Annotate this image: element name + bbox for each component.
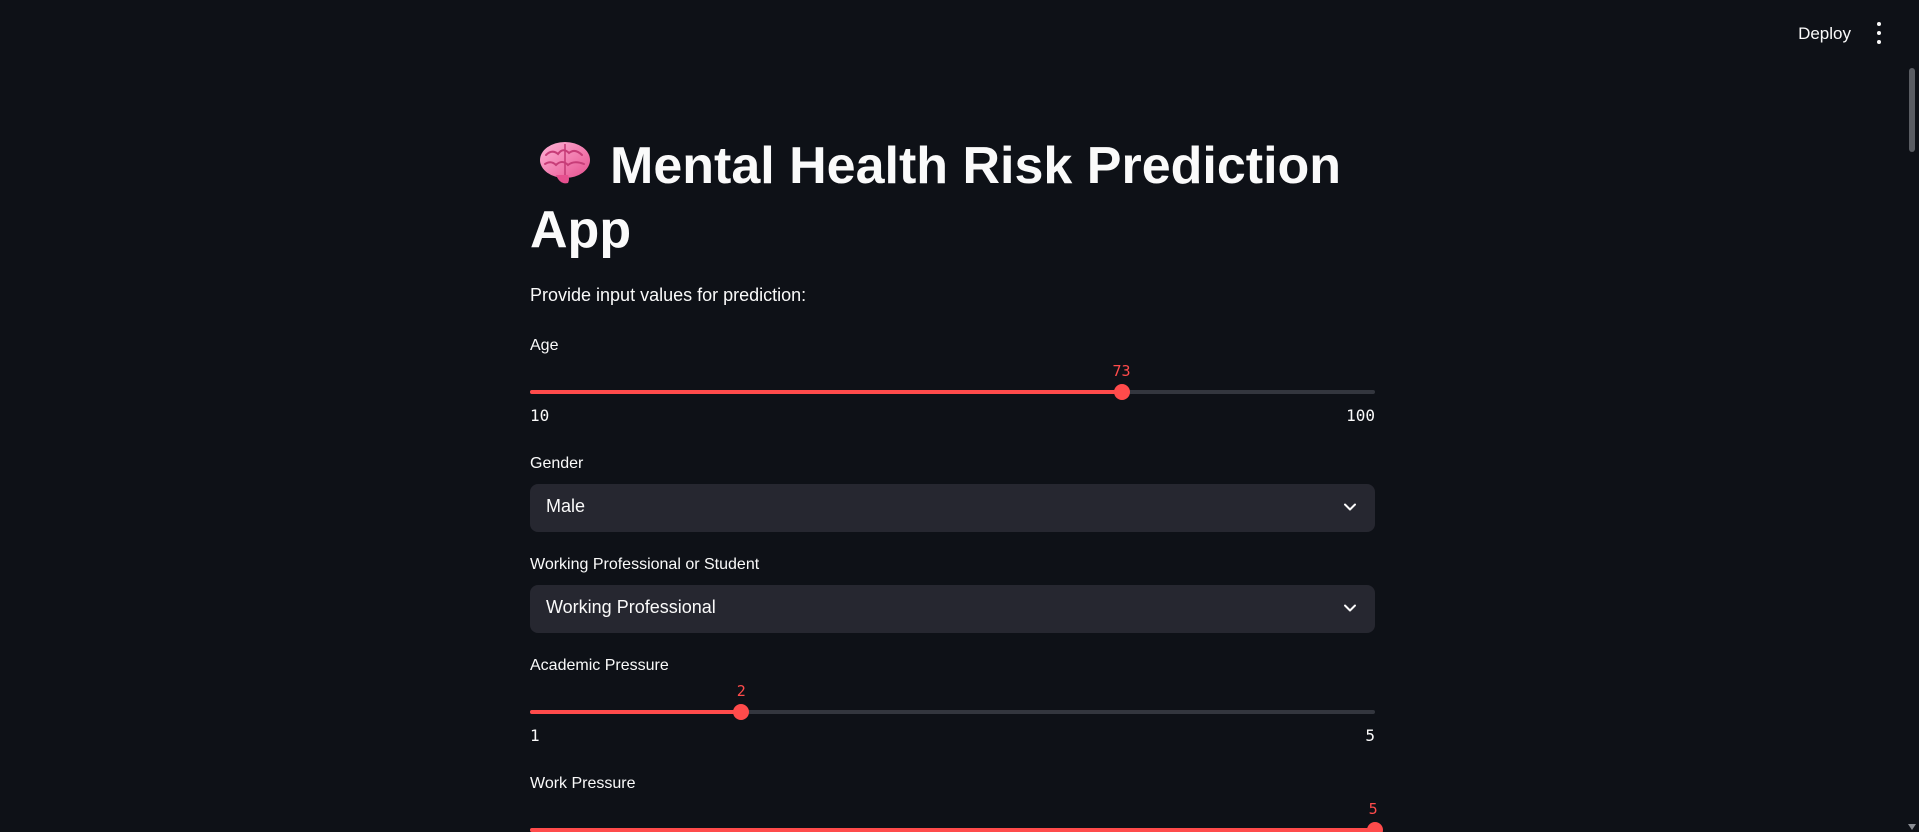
- vertical-ellipsis-icon[interactable]: [1873, 22, 1885, 44]
- scrollbar-thumb[interactable]: [1909, 68, 1915, 152]
- deploy-button[interactable]: Deploy: [1792, 20, 1857, 48]
- menu-dot: [1877, 40, 1881, 44]
- slider-value: 5: [1368, 800, 1378, 818]
- work-pressure-slider[interactable]: 5: [530, 800, 1383, 832]
- chevron-down-icon: [1344, 604, 1356, 612]
- chevron-down-icon: [1344, 503, 1356, 511]
- work-pressure-label: Work Pressure: [530, 775, 636, 792]
- slider-max-label: 100: [1346, 406, 1375, 425]
- menu-dot: [1877, 22, 1881, 26]
- app-window: Deploy Mental Health Risk Prediction App…: [0, 0, 1919, 832]
- slider-min-label: 10: [530, 406, 550, 425]
- role-label: Working Professional or Student: [530, 556, 760, 573]
- menu-dot: [1877, 31, 1881, 35]
- page-title-text: Mental Health Risk Prediction App: [530, 137, 1342, 259]
- role-select[interactable]: Working Professional: [530, 585, 1375, 633]
- slider-thumb[interactable]: [1367, 822, 1383, 832]
- slider-fill: [530, 710, 742, 714]
- top-header: Deploy: [0, 0, 1919, 64]
- academic-pressure-label: Academic Pressure: [530, 657, 669, 674]
- slider-max-label: 5: [1365, 726, 1375, 745]
- slider-value: 2: [736, 682, 746, 700]
- slider-min-label: 1: [530, 726, 540, 745]
- gender-label: Gender: [530, 455, 584, 472]
- age-slider[interactable]: 73 10 100: [530, 362, 1375, 425]
- gender-selected-value: Male: [546, 496, 586, 516]
- age-label: Age: [530, 337, 559, 354]
- brain-emoji-icon: [540, 142, 590, 184]
- slider-value: 73: [1112, 362, 1131, 380]
- page-title: Mental Health Risk Prediction App: [530, 134, 1375, 262]
- role-selected-value: Working Professional: [546, 597, 716, 617]
- slider-thumb[interactable]: [1113, 384, 1130, 400]
- academic-pressure-slider[interactable]: 2 1 5: [530, 682, 1375, 745]
- instructions-text: Provide input values for prediction:: [530, 285, 807, 305]
- slider-thumb[interactable]: [733, 704, 750, 720]
- scroll-down-arrow-icon[interactable]: [1908, 824, 1916, 830]
- gender-select[interactable]: Male: [530, 484, 1375, 532]
- slider-fill: [530, 828, 1375, 832]
- slider-fill: [530, 390, 1122, 394]
